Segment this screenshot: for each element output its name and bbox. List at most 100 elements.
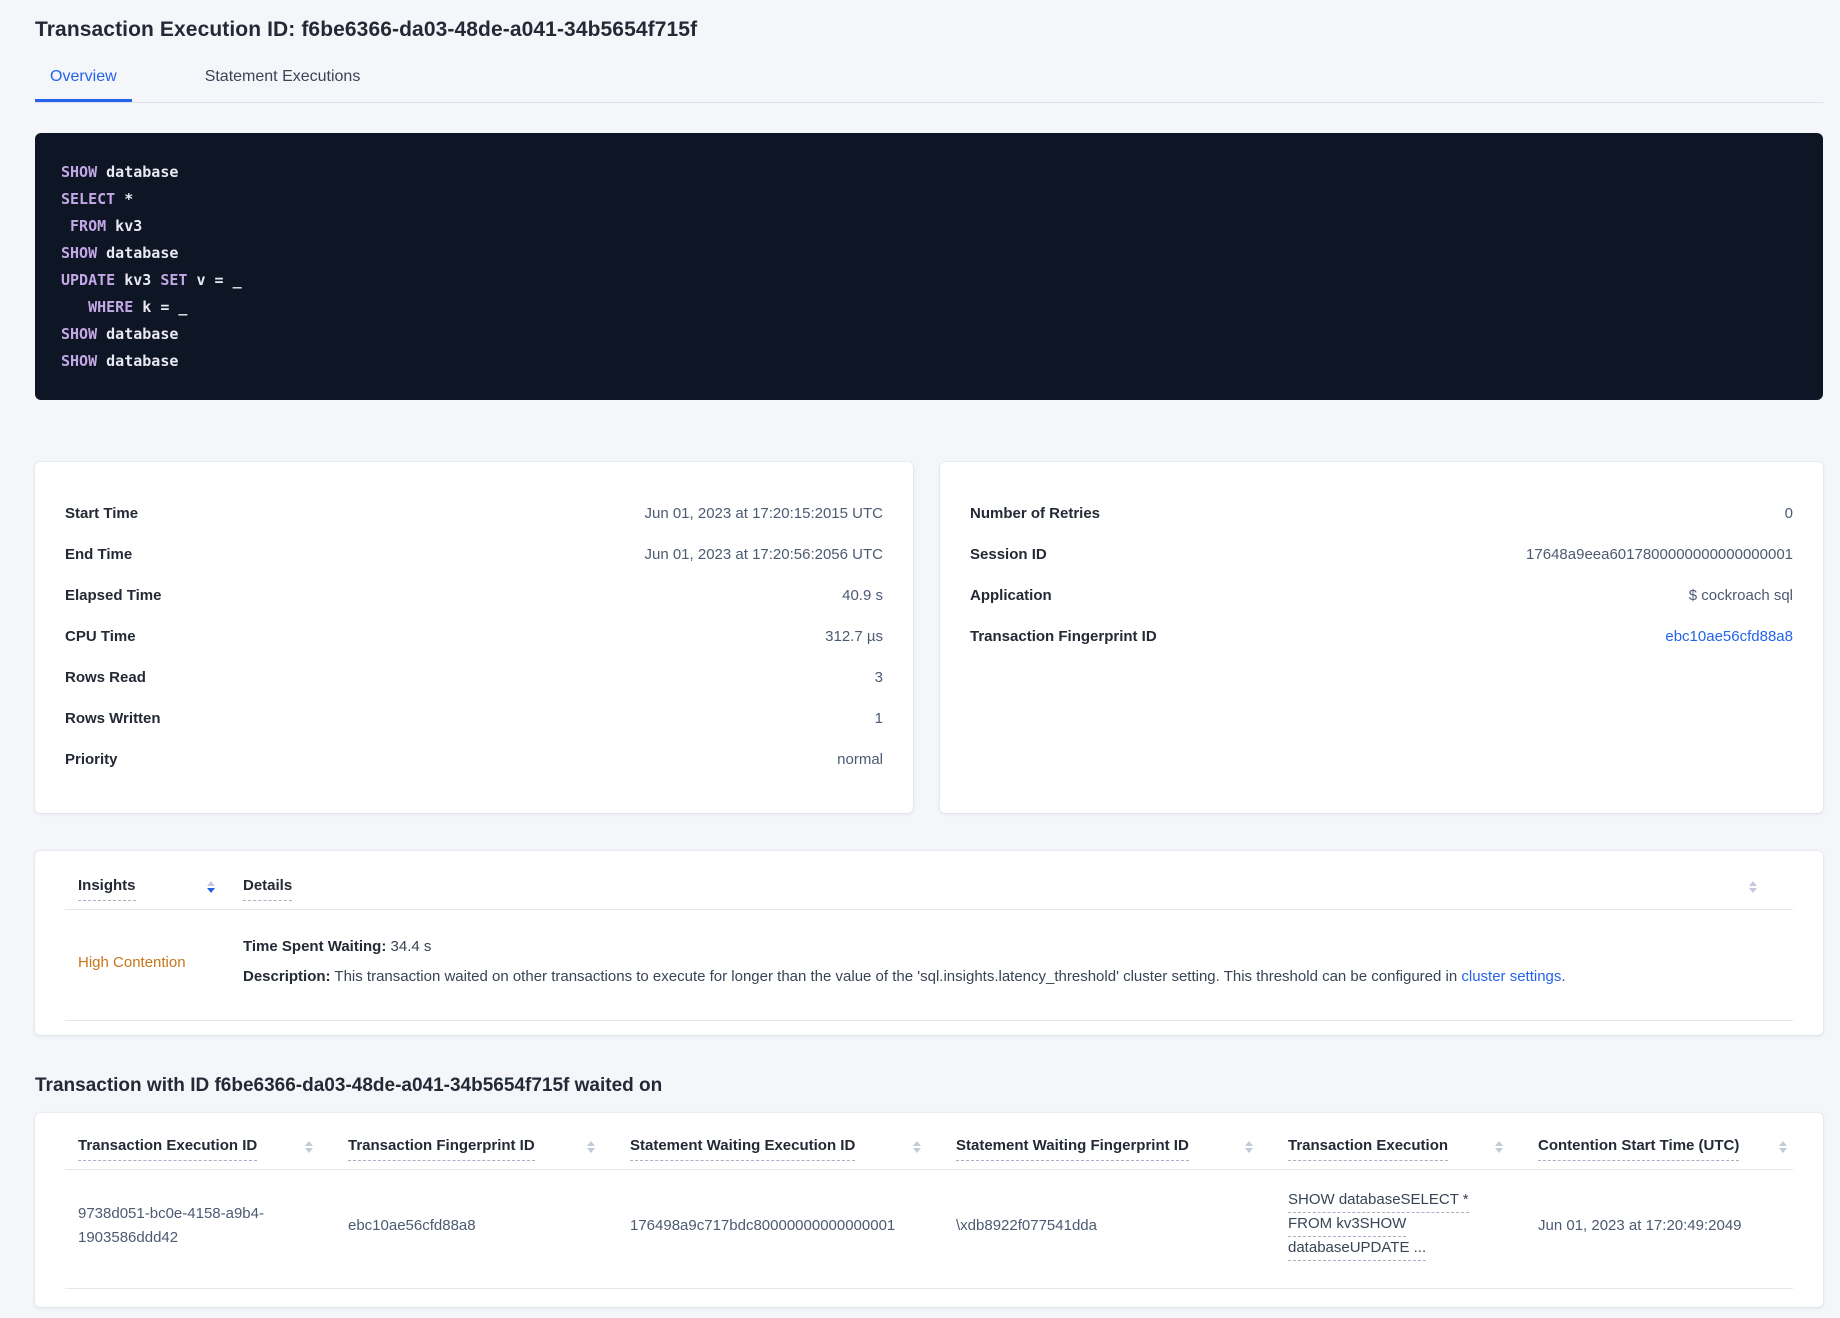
cell-transaction-execution-id: 9738d051-bc0e-4158-a9b4-1903586ddd42 [78, 1205, 264, 1246]
summary-label: Elapsed Time [65, 587, 162, 604]
sql-line: SHOW database [61, 321, 1793, 348]
summary-label: Number of Retries [970, 505, 1101, 522]
insight-description: Description: This transaction waited on … [243, 962, 1566, 992]
sql-text: * [115, 190, 134, 208]
sql-keyword: WHERE [88, 298, 134, 316]
summary-value: 40.9 s [842, 587, 883, 604]
insight-row: High Contention Time Spent Waiting: 34.4… [65, 910, 1793, 1021]
column-header-label[interactable]: Transaction Fingerprint ID [348, 1137, 535, 1161]
summary-row: CPU Time 312.7 µs [65, 625, 883, 649]
sql-text: database [97, 325, 179, 343]
waited-on-heading: Transaction with ID f6be6366-da03-48de-a… [35, 1075, 663, 1096]
sort-down-icon [1749, 888, 1757, 893]
sort-icon[interactable] [207, 881, 215, 893]
tab-statement-executions[interactable]: Statement Executions [190, 68, 376, 102]
waited-on-table-header: Transaction Execution ID Transaction Fin… [65, 1113, 1793, 1170]
description-label: Description: [243, 968, 331, 985]
sql-text: v = _ [187, 271, 242, 289]
summary-value: 0 [1784, 505, 1793, 522]
transaction-execution-line[interactable]: databaseUPDATE ... [1288, 1238, 1427, 1261]
sort-up-icon [913, 1141, 921, 1146]
sql-statements-box: SHOW database SELECT * FROM kv3 SHOW dat… [35, 133, 1823, 400]
column-header-label[interactable]: Contention Start Time (UTC) [1538, 1137, 1740, 1161]
sort-icon[interactable] [305, 1141, 313, 1153]
details-header-label[interactable]: Details [243, 877, 293, 901]
column-header-label[interactable]: Statement Waiting Execution ID [630, 1137, 856, 1161]
sql-text: database [97, 244, 179, 262]
insight-details: Time Spent Waiting: 34.4 s Description: … [243, 932, 1566, 992]
summary-value: Jun 01, 2023 at 17:20:56:2056 UTC [644, 546, 883, 563]
sort-up-icon [587, 1141, 595, 1146]
cluster-settings-link[interactable]: cluster settings [1461, 968, 1561, 985]
summary-label: End Time [65, 546, 133, 563]
transaction-fingerprint-link[interactable]: ebc10ae56cfd88a8 [1665, 625, 1793, 649]
column-header: Statement Waiting Execution ID [617, 1137, 943, 1161]
summary-label: CPU Time [65, 628, 136, 645]
sort-down-icon [913, 1148, 921, 1153]
waiting-label: Time Spent Waiting: [243, 938, 387, 955]
sql-line: UPDATE kv3 SET v = _ [61, 267, 1793, 294]
column-header-label[interactable]: Statement Waiting Fingerprint ID [956, 1137, 1189, 1161]
summary-label: Transaction Fingerprint ID [970, 628, 1157, 645]
transaction-details-page: Transaction Execution ID: f6be6366-da03-… [0, 0, 1840, 1307]
sort-down-icon [587, 1148, 595, 1153]
summary-value: 3 [874, 669, 883, 686]
sort-icon[interactable] [1495, 1141, 1503, 1153]
sort-up-icon [1495, 1141, 1503, 1146]
sort-icon[interactable] [913, 1141, 921, 1153]
sort-down-icon [1245, 1148, 1253, 1153]
transaction-execution-line[interactable]: SHOW databaseSELECT * [1288, 1190, 1469, 1213]
sort-icon[interactable] [1749, 881, 1757, 893]
sort-icon[interactable] [1245, 1141, 1253, 1153]
column-header-label[interactable]: Transaction Execution [1288, 1137, 1449, 1161]
insights-card: Insights Details High Contention Time Sp… [35, 851, 1823, 1035]
sql-text: k = _ [133, 298, 188, 316]
sort-down-icon [305, 1148, 313, 1153]
table-row: 9738d051-bc0e-4158-a9b4-1903586ddd42 ebc… [65, 1170, 1793, 1289]
description-suffix: . [1561, 968, 1566, 985]
column-header-label[interactable]: Transaction Execution ID [78, 1137, 258, 1161]
summary-row: Number of Retries 0 [970, 502, 1793, 526]
tab-bar: Overview Statement Executions [35, 68, 1823, 103]
sql-line: WHERE k = _ [61, 294, 1793, 321]
sort-down-icon [1495, 1148, 1503, 1153]
sort-up-icon [1245, 1141, 1253, 1146]
cell-statement-waiting-execution-id: 176498a9c717bdc80000000000000001 [630, 1217, 896, 1234]
summary-row: Rows Written 1 [65, 707, 883, 731]
summary-row: Priority normal [65, 748, 883, 772]
sort-icon[interactable] [1779, 1141, 1787, 1153]
sql-keyword: SHOW [61, 352, 98, 370]
session-summary-card: Number of Retries 0 Session ID 17648a9eea6… [940, 462, 1823, 813]
timing-summary-card: Start Time Jun 01, 2023 at 17:20:15:2015 … [35, 462, 913, 813]
cell-contention-start-time: Jun 01, 2023 at 17:20:49:2049 [1538, 1217, 1742, 1234]
waited-on-table-card: Transaction Execution ID Transaction Fin… [35, 1113, 1823, 1307]
insights-table-header: Insights Details [65, 851, 1793, 910]
column-header: Transaction Fingerprint ID [335, 1137, 617, 1161]
summary-row: Transaction Fingerprint ID ebc10ae56cfd88… [970, 625, 1793, 649]
summary-row: End Time Jun 01, 2023 at 17:20:56:2056 UT… [65, 543, 883, 567]
sql-keyword: FROM [70, 217, 107, 235]
column-header: Contention Start Time (UTC) [1525, 1137, 1793, 1161]
insights-column-header: Insights [65, 877, 215, 901]
sql-line: SHOW database [61, 159, 1793, 186]
sql-text: kv3 [115, 271, 161, 289]
cell-statement-waiting-fingerprint-id: \xdb8922f077541dda [956, 1217, 1097, 1234]
description-text: This transaction waited on other transac… [330, 968, 1462, 985]
insights-header-label[interactable]: Insights [78, 877, 136, 901]
transaction-execution-line[interactable]: FROM kv3SHOW [1288, 1214, 1407, 1237]
time-spent-waiting: Time Spent Waiting: 34.4 s [243, 932, 1566, 962]
column-header: Transaction Execution ID [65, 1137, 335, 1161]
sql-keyword: UPDATE [61, 271, 116, 289]
column-header: Transaction Execution [1275, 1137, 1525, 1161]
summary-value: 312.7 µs [825, 628, 883, 645]
sql-keyword: SHOW [61, 163, 98, 181]
insight-type-badge: High Contention [78, 953, 186, 971]
sort-down-icon [1779, 1148, 1787, 1153]
sort-icon[interactable] [587, 1141, 595, 1153]
summary-label: Rows Read [65, 669, 146, 686]
cell-transaction-execution-link[interactable]: SHOW databaseSELECT * FROM kv3SHOW datab… [1275, 1190, 1525, 1262]
tab-overview[interactable]: Overview [35, 68, 132, 102]
summary-label: Start Time [65, 505, 139, 522]
